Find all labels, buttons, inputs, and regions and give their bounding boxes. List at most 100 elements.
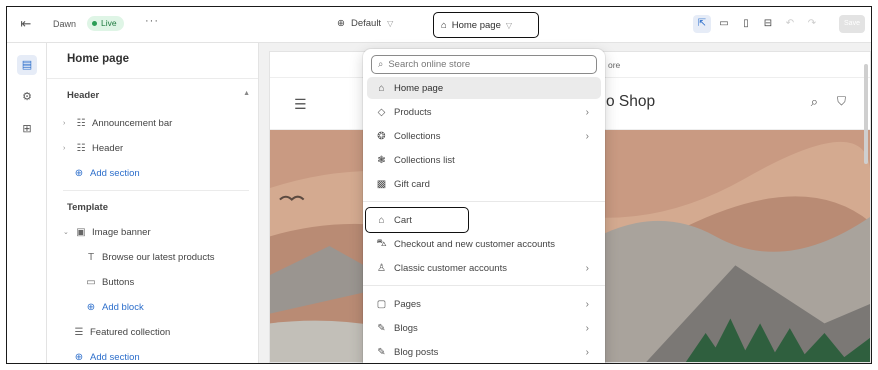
dropdown-item-label: Collections list	[394, 154, 455, 166]
sidebar-block-buttons[interactable]: ▭ Buttons	[85, 273, 134, 291]
live-badge: Live	[87, 16, 124, 31]
chevron-right-icon: ›	[585, 298, 589, 310]
undo-icon[interactable]: ↶	[781, 15, 799, 33]
person-icon: ♙	[377, 262, 386, 274]
sidebar-item-announcement-bar[interactable]: › ☷ Announcement bar	[63, 114, 172, 132]
sidebar-title: Home page	[67, 53, 129, 65]
collections-list-icon: ❃	[377, 154, 386, 166]
page-icon: ▢	[376, 298, 387, 310]
dropdown-item-collections-list[interactable]: ❃ Collections list	[367, 149, 601, 171]
sidebar-item-label: Header	[92, 142, 124, 154]
left-rail: ▤ ⚙ ⊞	[7, 43, 47, 363]
collapse-caret-icon[interactable]: ▲	[243, 90, 250, 97]
page-selector-label: Home page	[451, 19, 501, 31]
chevron-down-icon: ▽	[387, 19, 394, 28]
checkout-icon: ⛍	[376, 237, 387, 249]
dropdown-item-products[interactable]: ◇ Products ›	[367, 101, 601, 123]
sidebar-item-label: Image banner	[92, 226, 151, 238]
theme-settings-selector[interactable]: ⊕ Default ▽	[337, 18, 393, 29]
dropdown-search[interactable]: ⌕	[371, 55, 597, 74]
page-selector-button[interactable]: ⌂ Home page ▽	[433, 12, 539, 38]
dropdown-item-classic-customer-accounts[interactable]: ♙ Classic customer accounts ›	[367, 257, 601, 279]
chevron-right-icon: ›	[585, 130, 589, 142]
section-icon: ☰	[74, 326, 84, 338]
cart-icon[interactable]: ⛉	[837, 94, 846, 109]
chevron-right-icon: ›	[585, 262, 589, 274]
gift-card-icon: ▩	[376, 178, 387, 190]
chevron-right-icon: ›	[585, 346, 589, 358]
chevron-right-icon[interactable]: ›	[63, 120, 70, 127]
home-icon: ⌂	[441, 19, 447, 31]
dropdown-item-gift-card[interactable]: ▩ Gift card	[367, 173, 601, 195]
section-icon: ☷	[76, 117, 86, 129]
more-actions-button[interactable]: ···	[145, 15, 159, 27]
chevron-right-icon: ›	[585, 322, 589, 334]
blog-icon: ✎	[377, 322, 386, 334]
hamburger-menu-icon[interactable]: ☰	[294, 96, 307, 113]
dropdown-item-label: Products	[394, 106, 432, 118]
view-toolbar: ⇱ ▭ ▯ ⊟ ↶ ↷	[693, 15, 821, 33]
add-section-label: Add section	[90, 351, 140, 363]
page-selector-dropdown: ⌕ ⌂ Home page ◇ Products › ❂ Collections…	[363, 49, 605, 363]
tag-icon: ◇	[377, 106, 386, 118]
blog-post-icon: ✎	[377, 346, 386, 358]
dropdown-item-label: Cart	[394, 214, 412, 226]
search-icon: ⌕	[378, 59, 384, 70]
sidebar-block-heading[interactable]: T Browse our latest products	[85, 248, 215, 266]
chevron-down-icon[interactable]: ⌄	[63, 228, 70, 236]
sidebar-item-header[interactable]: › ☷ Header	[63, 139, 123, 157]
desktop-view-icon[interactable]: ▭	[715, 15, 733, 33]
sidebar-item-featured-collection[interactable]: ☰ Featured collection	[73, 323, 171, 341]
top-bar: ⇤ Dawn Live ··· ⊕ Default ▽ ⌂ Home page …	[7, 7, 871, 43]
template-add-section-button[interactable]: ⊕ Add section	[73, 348, 140, 363]
sections-icon[interactable]: ▤	[17, 55, 37, 75]
cart-bag-icon: ⌂	[378, 214, 385, 226]
dropdown-item-home-page[interactable]: ⌂ Home page	[367, 77, 601, 99]
editor-window: ⇤ Dawn Live ··· ⊕ Default ▽ ⌂ Home page …	[6, 6, 872, 364]
sidebar-item-image-banner[interactable]: ⌄ ▣ Image banner	[63, 223, 151, 241]
save-button[interactable]: Save	[839, 15, 865, 33]
image-icon: ▣	[76, 226, 86, 238]
preview-scrollbar[interactable]	[864, 64, 868, 164]
redo-icon[interactable]: ↷	[803, 15, 821, 33]
plus-circle-icon: ⊕	[74, 351, 84, 363]
theme-name: Dawn	[53, 19, 77, 29]
sidebar-item-label: Announcement bar	[92, 117, 173, 129]
dropdown-item-checkout[interactable]: ⛍ Checkout and new customer accounts	[367, 233, 601, 255]
inspector-icon[interactable]: ⇱	[693, 15, 711, 33]
dropdown-item-label: Checkout and new customer accounts	[394, 238, 556, 250]
sidebar-item-label: Buttons	[102, 276, 135, 288]
sidebar-item-label: Featured collection	[90, 326, 171, 338]
chevron-right-icon[interactable]: ›	[63, 145, 70, 152]
dropdown-item-collections[interactable]: ❂ Collections ›	[367, 125, 601, 147]
dropdown-item-blog-posts[interactable]: ✎ Blog posts ›	[367, 341, 601, 363]
search-input[interactable]	[388, 59, 579, 70]
dropdown-item-label: Gift card	[394, 178, 430, 190]
default-label: Default	[350, 18, 382, 29]
button-icon: ▭	[86, 276, 96, 288]
dropdown-item-label: Classic customer accounts	[394, 262, 507, 274]
globe-icon: ⊕	[337, 18, 345, 29]
add-block-button[interactable]: ⊕ Add block	[85, 298, 144, 316]
dropdown-item-pages[interactable]: ▢ Pages ›	[367, 293, 601, 315]
header-group-label: Header	[67, 90, 100, 101]
divider	[363, 285, 605, 286]
chevron-right-icon: ›	[585, 106, 589, 118]
shop-name: o Shop	[606, 93, 656, 110]
dropdown-item-blogs[interactable]: ✎ Blogs ›	[367, 317, 601, 339]
search-icon[interactable]: ⌕	[811, 94, 818, 110]
section-icon: ☷	[76, 142, 86, 154]
dropdown-item-label: Blog posts	[394, 346, 439, 358]
home-icon: ⌂	[378, 82, 385, 94]
dropdown-item-cart[interactable]: ⌂ Cart	[367, 209, 601, 231]
dropdown-item-label: Pages	[394, 298, 421, 310]
exit-icon[interactable]: ⇤	[19, 17, 33, 31]
divider	[47, 78, 258, 79]
apps-icon[interactable]: ⊞	[17, 119, 37, 139]
settings-gear-icon[interactable]: ⚙	[17, 87, 37, 107]
fullscreen-view-icon[interactable]: ⊟	[759, 15, 777, 33]
text-icon: T	[87, 251, 95, 263]
mobile-view-icon[interactable]: ▯	[737, 15, 755, 33]
header-add-section-button[interactable]: ⊕ Add section	[73, 164, 140, 182]
divider	[363, 201, 605, 202]
